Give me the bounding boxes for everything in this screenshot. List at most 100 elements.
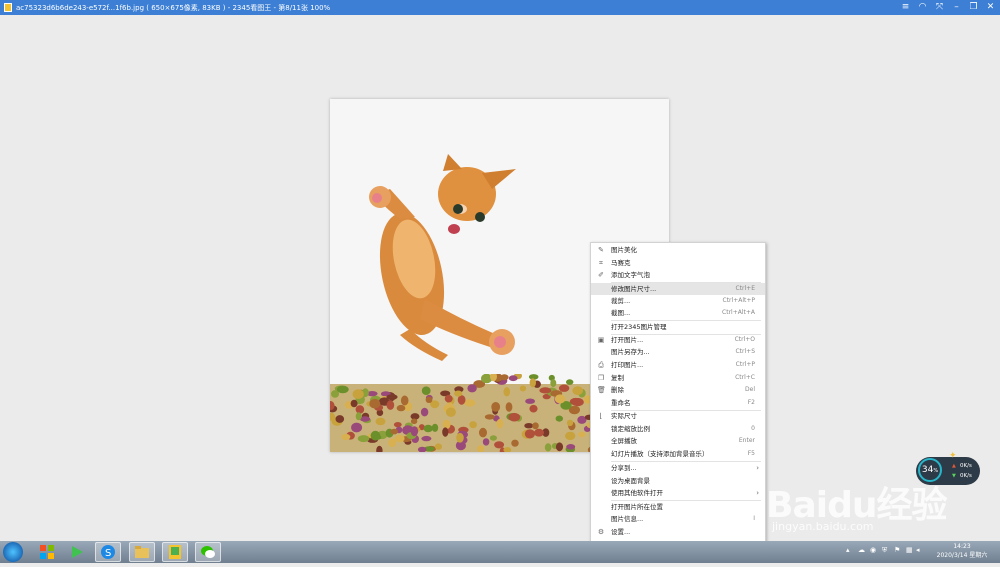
tray-expand-icon[interactable]: ▴ [846,546,850,554]
context-menu: ✎ 图片美化 ⌗ 马赛克 ✐ 添加文字气泡 修改图片尺寸... Ctrl+E 裁剪... Ctrl… [590,242,766,542]
menu-item-shortcut: Ctrl+S [735,348,755,355]
menu-item-label: 打开图片所在位置 [611,503,663,511]
menu-item[interactable]: 打开图片所在位置 [591,501,765,513]
cpu-percent: 34 [921,465,934,475]
menu-item-label: 设置... [611,528,631,536]
menu-item-icon: ⌗ [599,259,603,267]
menu-item[interactable]: 幻灯片播放（支持添加背景音乐） F5 [591,448,765,460]
tray-flag-icon[interactable]: ⚑ [894,546,900,554]
tray-volume-icon[interactable]: ◂ [916,546,920,554]
menu-item[interactable]: 重命名 F2 [591,397,765,409]
media-player-icon[interactable] [64,542,90,562]
menu-item-label: 打开2345图片管理 [611,323,667,331]
submenu-arrow-icon: › [756,464,759,472]
menu-item[interactable]: ✎ 图片美化 [591,244,765,256]
menu-separator [611,333,761,335]
menu-item-label: 使用其他软件打开 [611,489,663,497]
menu-item[interactable]: 使用其他软件打开 › [591,487,765,499]
menu-item-label: 删除 [611,386,624,394]
menu-separator [611,319,761,321]
menu-item[interactable]: 修改图片尺寸... Ctrl+E [591,283,765,295]
menu-item[interactable]: 截图... Ctrl+Alt+A [591,307,765,319]
wechat-icon[interactable] [195,542,221,562]
upload-arrow-icon: ▲ [952,463,956,469]
menu-item-label: 分享到... [611,464,637,472]
menu-item[interactable]: ⚙ 设置... [591,526,765,538]
rocket-icon: ✦ [949,451,957,461]
menu-item[interactable]: ▣ 打开图片... Ctrl+O [591,334,765,346]
menu-item-label: 图片美化 [611,246,637,254]
restore-button[interactable]: ❐ [965,1,982,14]
close-button[interactable]: ✕ [982,1,999,14]
menu-item-shortcut: Ctrl+Alt+A [722,309,755,316]
menu-item-label: 添加文字气泡 [611,271,650,279]
start-button[interactable] [3,542,23,562]
menu-item-label: 马赛克 [611,259,631,267]
cpu-percent-unit: % [933,468,939,474]
tray-shield-icon[interactable]: ⛨ [882,546,887,555]
skin-icon[interactable]: ◠ [914,1,931,14]
menu-separator [611,499,761,501]
menu-item-shortcut: 0 [751,425,755,432]
menu-item-shortcut: Ctrl+O [734,336,755,343]
title-bar: ac75323d6b6de243-e572f...1f6b.jpg ( 650×… [0,0,1000,15]
menu-item-shortcut: Del [745,386,755,393]
window-title: ac75323d6b6de243-e572f...1f6b.jpg ( 650×… [16,4,331,12]
menu-item-shortcut: F5 [747,450,755,457]
menu-item-icon: ⎙ [598,361,604,369]
menu-item-icon: ▣ [597,336,605,344]
menu-item[interactable]: ⌊ 实际尺寸 [591,410,765,422]
menu-icon[interactable]: ≡ [897,1,914,14]
menu-item-shortcut: Ctrl+E [735,285,756,292]
menu-separator [611,409,761,411]
taskbar: S ▴ ☁ ◉ ⛨ ⚑ ▦ ◂ 14:23 2020/3/14 星期六 [0,541,1000,563]
menu-item-label: 修改图片尺寸... [611,285,657,293]
menu-item-label: 裁剪... [611,297,631,305]
menu-item-shortcut: Ctrl+C [735,374,755,381]
menu-item[interactable]: 🗑 删除 Del [591,384,765,396]
menu-item[interactable]: ⎙ 打印图片... Ctrl+P [591,359,765,371]
menu-item-label: 实际尺寸 [611,412,637,420]
app-icon [4,3,12,12]
menu-item-label: 截图... [611,309,631,317]
menu-item-label: 锁定缩放比例 [611,425,650,433]
menu-item[interactable]: 锁定缩放比例 0 [591,423,765,435]
menu-separator [611,281,761,283]
menu-item-icon: 🗑 [597,386,606,394]
menu-item[interactable]: 图片另存为... Ctrl+S [591,346,765,358]
menu-item[interactable]: 打开2345图片管理 [591,321,765,333]
fullscreen-icon[interactable]: ⤧ [931,1,948,14]
system-clock[interactable]: 14:23 2020/3/14 星期六 [924,542,1000,560]
tray-wechat-icon[interactable]: ◉ [870,546,876,554]
minimize-button[interactable]: – [948,1,965,14]
sogou-browser-icon[interactable]: S [95,542,121,562]
baidu-watermark-url: jingyan.baidu.com [772,520,874,533]
menu-item[interactable]: ✐ 添加文字气泡 [591,269,765,281]
menu-item[interactable]: 裁剪... Ctrl+Alt+P [591,295,765,307]
menu-item-label: 全屏播放 [611,437,637,445]
menu-item-icon: ✐ [598,271,604,279]
menu-item[interactable]: ❐ 复制 Ctrl+C [591,372,765,384]
menu-item-label: 打开图片... [611,336,644,344]
menu-separator [611,460,761,462]
menu-item-label: 图片信息... [611,515,644,523]
menu-item-label: 设为桌面背景 [611,477,650,485]
menu-item-shortcut: Enter [738,437,755,444]
download-arrow-icon: ▼ [952,473,956,479]
svg-text:S: S [105,548,111,559]
menu-item[interactable]: ⌗ 马赛克 [591,257,765,269]
tray-cloud-icon[interactable]: ☁ [858,546,865,554]
file-explorer-icon[interactable] [129,542,155,562]
menu-item[interactable]: 图片信息... I [591,513,765,525]
clock-date: 2020/3/14 星期六 [936,552,988,559]
image-viewer-task-icon[interactable] [162,542,188,562]
tray-network-icon[interactable]: ▦ [906,546,913,554]
menu-item[interactable]: 全屏播放 Enter [591,435,765,447]
menu-item[interactable]: 设为桌面背景 [591,475,765,487]
menu-item-shortcut: Ctrl+P [735,361,755,368]
windows-store-icon[interactable] [34,542,60,562]
upload-speed: 0K/s [960,463,972,469]
menu-item-shortcut: Ctrl+Alt+P [722,297,755,304]
menu-item[interactable]: 分享到... › [591,462,765,474]
menu-item-shortcut: F2 [747,399,755,406]
